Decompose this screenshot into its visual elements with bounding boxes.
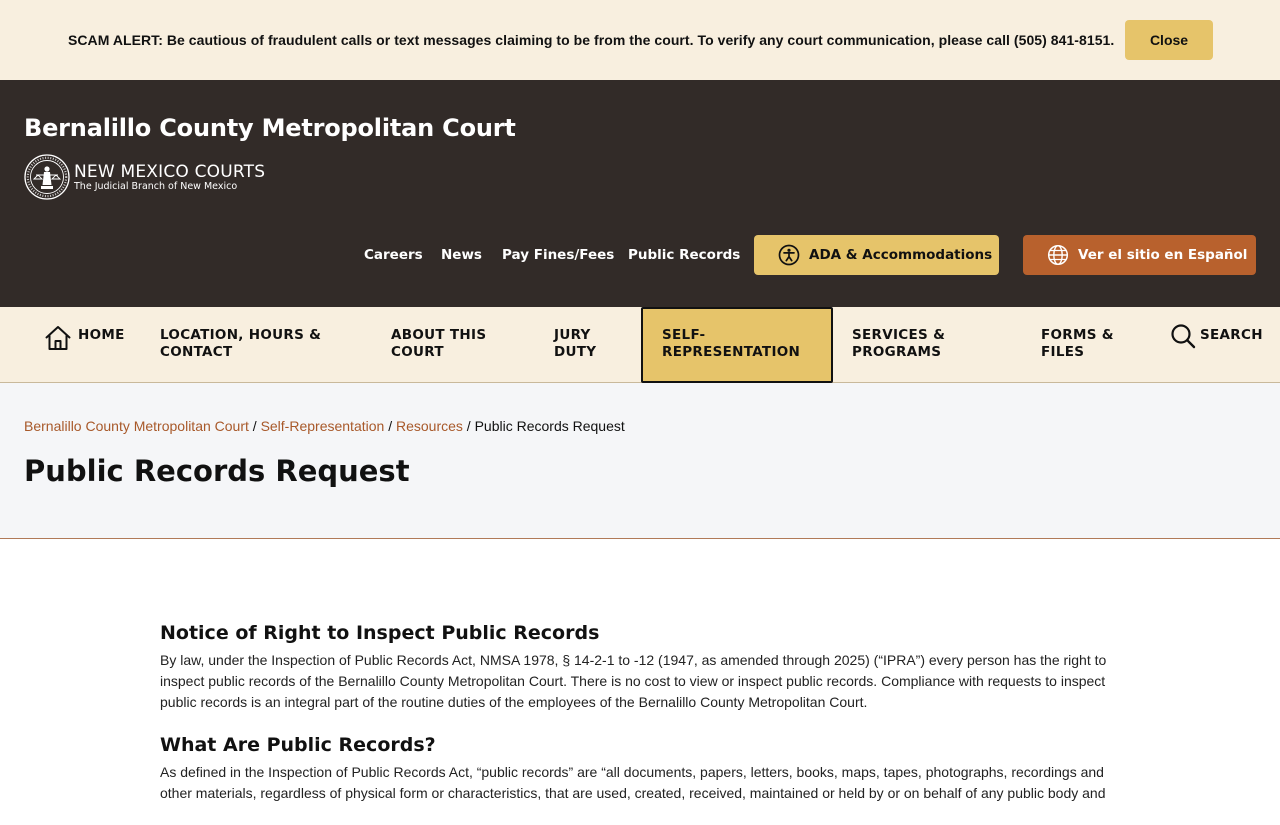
home-icon [45,326,71,350]
logo-tagline: The Judicial Branch of New Mexico [74,181,238,192]
section-heading-notice: Notice of Right to Inspect Public Record… [160,622,600,644]
spanish-button-label: Ver el sitio en Español [1078,247,1248,263]
site-header: Bernalillo County Metropolitan Court NEW… [0,80,1280,307]
nav-label-line1: LOCATION, HOURS & [160,327,322,343]
breadcrumb-separator: / [252,418,257,434]
page-title-band: Bernalillo County Metropolitan Court / S… [0,383,1280,539]
alert-close-button[interactable]: Close [1125,20,1213,60]
spanish-site-button[interactable]: Ver el sitio en Español [1023,235,1256,275]
search-icon [1171,324,1196,349]
main-content: Notice of Right to Inspect Public Record… [160,622,1120,825]
nav-item-location-hours-contact[interactable]: LOCATION, HOURS & CONTACT [160,327,321,361]
nav-item-jury-duty[interactable]: JURY DUTY [554,327,596,361]
accessibility-icon [778,244,800,266]
breadcrumb: Bernalillo County Metropolitan Court / S… [24,418,625,434]
nav-label-line2: DUTY [554,344,597,360]
pay-fines-fees-link[interactable]: Pay Fines/Fees [502,247,614,263]
main-navigation: HOME LOCATION, HOURS & CONTACT ABOUT THI… [0,307,1280,383]
new-mexico-courts-logo[interactable]: NEW MEXICO COURTS The Judicial Branch of… [24,154,284,204]
scam-alert-text: SCAM ALERT: Be cautious of fraudulent ca… [68,32,1115,48]
news-link[interactable]: News [441,247,482,263]
nav-label-line1: JURY [554,327,591,343]
nav-label-line1: SERVICES & [852,327,946,343]
nav-label-line2: PROGRAMS [852,344,942,360]
nav-label-line1: ABOUT THIS [391,327,487,343]
ada-button-label: ADA & Accommodations [809,247,993,263]
court-seal-icon [24,154,70,200]
breadcrumb-link-resources[interactable]: Resources [396,418,463,434]
nav-item-self-representation[interactable]: SELF- REPRESENTATION [662,327,800,361]
nav-label-line2: COURT [391,344,444,360]
globe-icon [1047,244,1069,266]
nav-label-line2: CONTACT [160,344,233,360]
public-records-link[interactable]: Public Records [628,247,740,263]
nav-item-services-programs[interactable]: SERVICES & PROGRAMS [852,327,945,361]
breadcrumb-current: Public Records Request [474,418,625,434]
nav-item-about-this-court[interactable]: ABOUT THIS COURT [391,327,486,361]
breadcrumb-separator: / [388,418,393,434]
section-heading-what-are-public-records: What Are Public Records? [160,734,436,756]
nav-item-forms-files[interactable]: FORMS & FILES [1041,327,1114,361]
careers-link[interactable]: Careers [364,247,423,263]
section-body-what-are-public-records: As defined in the Inspection of Public R… [160,764,1106,801]
nav-label-line1: SELF- [662,327,706,343]
nav-item-home[interactable]: HOME [44,324,134,354]
nav-home-label: HOME [78,327,125,343]
page-title: Public Records Request [24,454,410,488]
ada-accommodations-button[interactable]: ADA & Accommodations [754,235,999,275]
section-body-notice: By law, under the Inspection of Public R… [160,652,1107,710]
scam-alert-bar: SCAM ALERT: Be cautious of fraudulent ca… [0,0,1280,80]
nav-label-line1: FORMS & [1041,327,1114,343]
nav-label-line2: FILES [1041,344,1085,360]
breadcrumb-link-home[interactable]: Bernalillo County Metropolitan Court [24,418,249,434]
nav-item-search[interactable]: SEARCH [1170,323,1263,353]
logo-name: NEW MEXICO COURTS [74,162,266,182]
nav-search-label: SEARCH [1200,327,1263,343]
nav-label-line2: REPRESENTATION [662,344,801,360]
site-title[interactable]: Bernalillo County Metropolitan Court [24,114,516,142]
breadcrumb-separator: / [466,418,471,434]
breadcrumb-link-self-representation[interactable]: Self-Representation [261,418,385,434]
